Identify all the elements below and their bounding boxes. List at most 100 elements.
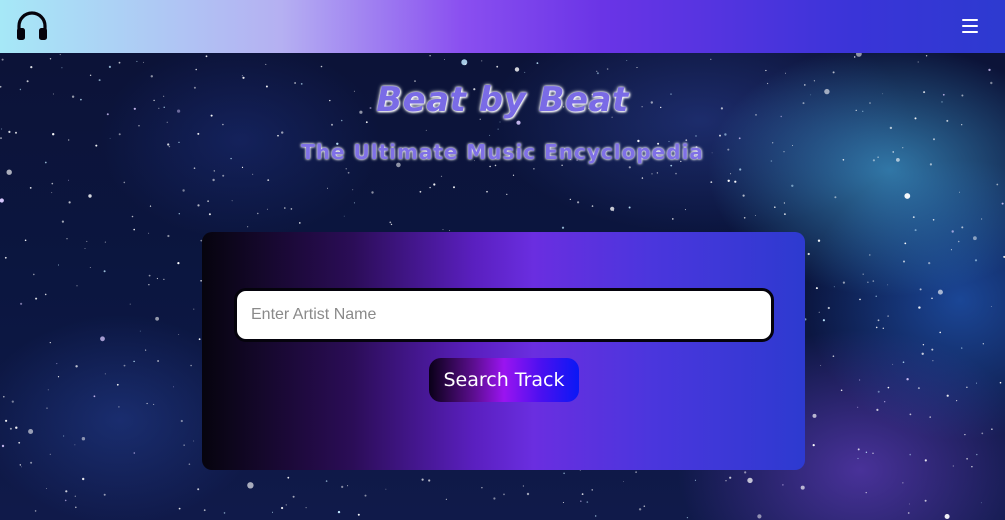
star — [980, 502, 982, 504]
star — [569, 198, 571, 200]
star — [193, 308, 195, 310]
star — [695, 135, 697, 137]
star — [133, 360, 135, 363]
star — [887, 386, 890, 389]
star — [222, 123, 224, 126]
star — [89, 267, 91, 268]
star — [516, 120, 521, 125]
star — [784, 213, 786, 216]
star — [512, 174, 515, 176]
star — [6, 169, 12, 175]
star — [842, 281, 846, 284]
star — [902, 361, 905, 364]
star — [429, 55, 431, 57]
star — [729, 476, 732, 479]
star — [74, 444, 76, 446]
star — [337, 510, 341, 514]
star — [976, 382, 977, 384]
star — [931, 348, 934, 351]
star — [628, 206, 631, 209]
star — [719, 134, 721, 137]
star — [433, 183, 436, 186]
star — [932, 219, 935, 221]
star — [148, 232, 150, 234]
star — [183, 444, 185, 446]
star — [857, 448, 860, 451]
star — [167, 234, 170, 238]
star — [30, 66, 33, 69]
star — [84, 248, 86, 249]
star — [15, 131, 17, 134]
artist-search-input[interactable] — [234, 288, 774, 342]
star — [817, 239, 821, 242]
star — [0, 137, 2, 140]
star — [493, 497, 496, 500]
star — [20, 302, 23, 305]
star — [727, 179, 730, 182]
star — [320, 65, 323, 68]
star — [481, 487, 483, 489]
star — [988, 68, 991, 72]
star — [937, 289, 943, 295]
star — [524, 71, 526, 73]
star — [61, 220, 64, 223]
star — [429, 186, 431, 189]
star — [247, 482, 254, 489]
star — [765, 69, 767, 72]
star — [533, 168, 535, 170]
star — [163, 278, 165, 280]
star — [281, 506, 284, 510]
star — [990, 306, 992, 307]
star — [188, 463, 191, 466]
star — [859, 379, 861, 381]
star — [44, 293, 47, 296]
star — [999, 381, 1002, 384]
hamburger-menu-icon[interactable] — [955, 15, 985, 37]
star — [0, 198, 4, 203]
star — [247, 226, 249, 228]
star — [148, 274, 151, 277]
star — [626, 60, 628, 61]
star — [743, 217, 746, 219]
star — [103, 493, 106, 496]
star — [951, 230, 954, 233]
star — [341, 485, 344, 488]
search-track-button[interactable]: Search Track — [429, 358, 579, 402]
star — [325, 480, 328, 482]
star — [64, 499, 67, 502]
star — [123, 181, 126, 184]
star — [46, 407, 48, 409]
star — [833, 286, 835, 288]
star — [86, 240, 88, 242]
star — [81, 437, 86, 441]
star — [739, 168, 742, 171]
star — [514, 67, 520, 72]
star — [581, 493, 584, 495]
star — [419, 190, 422, 193]
star — [921, 352, 924, 355]
star — [57, 376, 60, 378]
star — [912, 216, 915, 219]
star — [862, 273, 864, 275]
star — [503, 493, 505, 496]
star — [68, 179, 69, 181]
star — [710, 58, 712, 60]
star — [281, 131, 284, 134]
star — [364, 494, 367, 497]
star — [807, 252, 810, 256]
star — [104, 373, 106, 375]
star — [526, 492, 530, 496]
star — [919, 288, 922, 291]
star — [352, 189, 354, 191]
star — [747, 477, 753, 484]
star — [385, 488, 387, 490]
star — [981, 218, 983, 220]
star — [49, 342, 51, 344]
headphones-icon[interactable] — [15, 10, 49, 42]
star — [641, 177, 644, 179]
star — [449, 230, 451, 231]
star — [108, 65, 111, 68]
star — [76, 285, 78, 287]
star — [875, 295, 877, 297]
star — [981, 432, 984, 435]
